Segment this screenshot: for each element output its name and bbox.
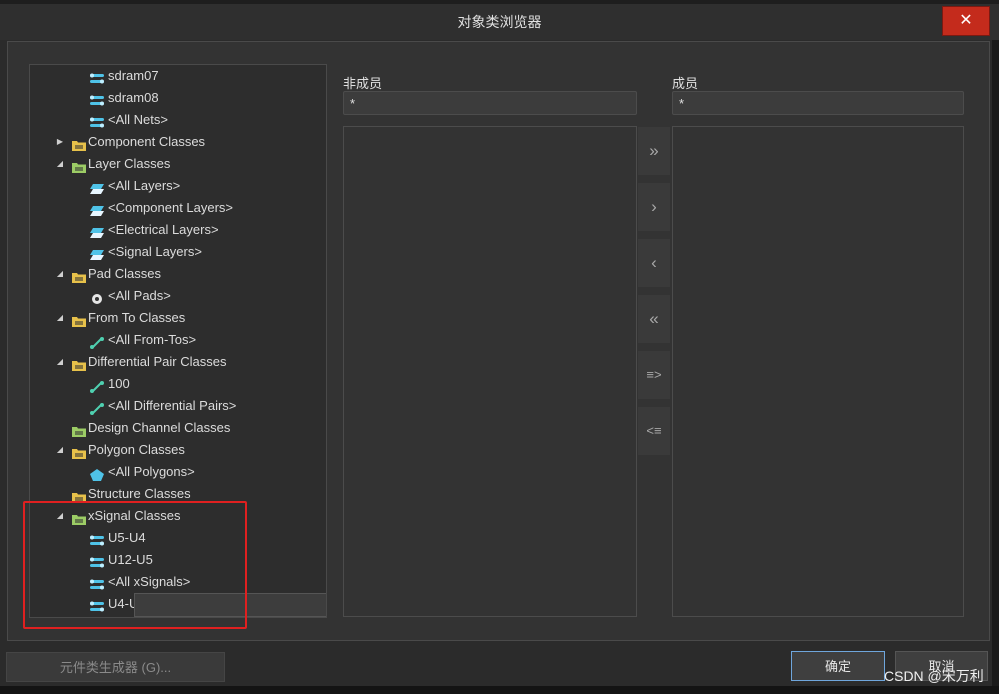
layer-icon [90,180,104,194]
tree-item[interactable]: <Electrical Layers> [30,219,326,241]
ok-button[interactable]: 确定 [791,651,885,681]
members-filter-input[interactable]: * [672,91,964,115]
pad-icon [90,290,104,304]
non-members-filter-input[interactable]: * [343,91,637,115]
collapse-arrow-icon[interactable]: ◢ [54,263,66,285]
add-button[interactable]: › [638,183,670,231]
non-members-list[interactable] [343,126,637,617]
diffpair-class-folder-icon [72,356,86,371]
dialog-title: 对象类浏览器 [457,14,542,30]
tree-item[interactable]: ◢ Differential Pair Classes [30,351,326,373]
remove-selected-button[interactable]: <≡ [638,407,670,455]
tree-item-label: <All Layers> [108,178,181,193]
fromto-icon [90,378,104,393]
tree-item-label: From To Classes [88,310,186,325]
dialog-titlebar: 对象类浏览器 ✕ [0,4,999,40]
fromto-icon [90,334,104,349]
tree-item[interactable]: <All Nets> [30,109,326,131]
tree-item-label: 100 [108,376,130,391]
tree-item-label: sdram07 [108,68,159,83]
tree-item[interactable]: 100 [30,373,326,395]
members-label: 成员 [672,76,699,91]
component-class-folder-icon [72,136,86,151]
tree-item-label: <Electrical Layers> [108,222,219,237]
tree-item[interactable]: <All From-Tos> [30,329,326,351]
class-generator-button[interactable]: 元件类生成器 (G)... [6,652,225,682]
tree-item[interactable]: ◢ Pad Classes [30,263,326,285]
tree-item[interactable]: sdram07 [30,65,326,87]
annotation-highlight-box [23,501,247,629]
tree-item[interactable]: <Component Layers> [30,197,326,219]
remove-button[interactable]: ‹ [638,239,670,287]
double-chevron-right-icon: » [649,141,659,160]
tree-item-label: sdram08 [108,90,159,105]
polygon-icon [90,466,104,481]
bottom-strip [0,686,999,694]
tree-item[interactable]: <All Differential Pairs> [30,395,326,417]
tree-item[interactable]: ◢ Layer Classes [30,153,326,175]
collapse-arrow-icon[interactable]: ◢ [54,439,66,461]
chevron-right-icon: › [651,197,657,216]
fromto-icon [90,400,104,415]
list-arrow-left-icon: <≡ [646,423,662,438]
tree-item-label: <All From-Tos> [108,332,197,347]
tree-item-label: Differential Pair Classes [88,354,227,369]
tree-item-label: <All Differential Pairs> [108,398,237,413]
tree-item[interactable]: ◢ From To Classes [30,307,326,329]
tree-item-label: <All Polygons> [108,464,195,479]
close-button[interactable]: ✕ [942,6,990,36]
fromto-class-folder-icon [72,312,86,327]
tree-item[interactable]: <All Layers> [30,175,326,197]
net-icon [90,92,104,106]
watermark: CSDN @宋万利 [884,668,984,684]
members-list[interactable] [672,126,964,617]
chevron-left-icon: ‹ [651,253,657,272]
layer-icon [90,246,104,260]
tree-item[interactable]: <Signal Layers> [30,241,326,263]
tree-item[interactable]: <All Polygons> [30,461,326,483]
tree-item[interactable]: ◢ Polygon Classes [30,439,326,461]
list-arrow-right-icon: ≡> [646,367,662,382]
tree-item-label: Polygon Classes [88,442,185,457]
tree-item-label: <All Nets> [108,112,168,127]
add-all-button[interactable]: » [638,127,670,175]
non-members-label: 非成员 [343,76,383,91]
tree-item-label: <Signal Layers> [108,244,202,259]
collapse-arrow-icon[interactable]: ◢ [54,351,66,373]
polygon-class-folder-icon [72,444,86,459]
net-icon [90,114,104,128]
layer-class-folder-icon [72,158,86,173]
structure-class-folder-icon [72,488,86,503]
layer-icon [90,224,104,238]
tree-item-label: <All Pads> [108,288,171,303]
remove-all-button[interactable]: « [638,295,670,343]
close-icon: ✕ [959,12,973,29]
double-chevron-left-icon: « [649,309,659,328]
tree-item-label: <Component Layers> [108,200,234,215]
design-channel-folder-icon [72,422,86,437]
tree-item[interactable]: sdram08 [30,87,326,109]
tree-item-label: Component Classes [88,134,206,149]
pad-class-folder-icon [72,268,86,283]
collapse-arrow-icon[interactable]: ◢ [54,153,66,175]
tree-item[interactable]: Design Channel Classes [30,417,326,439]
tree-item[interactable]: <All Pads> [30,285,326,307]
net-icon [90,70,104,84]
add-selected-button[interactable]: ≡> [638,351,670,399]
tree-item-label: Layer Classes [88,156,171,171]
tree-item-label: Pad Classes [88,266,161,281]
tree-item[interactable]: ▶ Component Classes [30,131,326,153]
layer-icon [90,202,104,216]
collapse-arrow-icon[interactable]: ◢ [54,307,66,329]
tree-item-label: Design Channel Classes [88,420,231,435]
window-edge [992,40,999,694]
expand-arrow-icon[interactable]: ▶ [54,131,66,153]
